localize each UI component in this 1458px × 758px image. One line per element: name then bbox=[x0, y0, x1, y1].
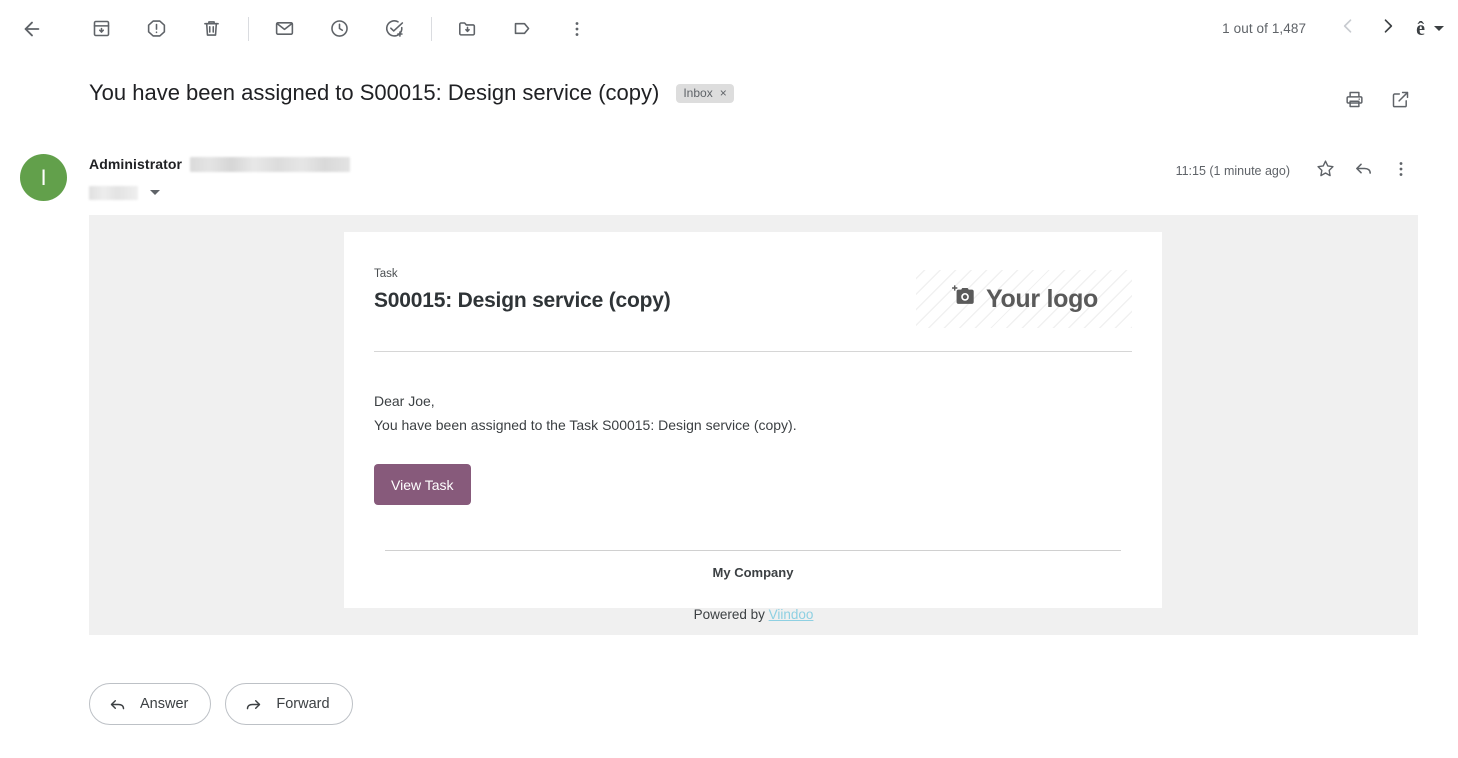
printer-icon bbox=[1344, 89, 1365, 115]
star-icon bbox=[1315, 158, 1336, 184]
email-card-title-group: Task S00015: Design service (copy) bbox=[374, 268, 671, 313]
footer-divider bbox=[385, 550, 1121, 551]
input-tools-selector[interactable]: ê bbox=[1416, 19, 1444, 39]
avatar: I bbox=[20, 154, 67, 201]
label-chip-text: Inbox bbox=[683, 87, 712, 99]
reply-button[interactable] bbox=[1344, 152, 1382, 190]
viindoo-link[interactable]: Viindoo bbox=[769, 607, 814, 622]
answer-button[interactable]: Answer bbox=[89, 683, 211, 725]
message-toolbar: 1 out of 1,487 ê bbox=[0, 0, 1458, 57]
email-template-card: Task S00015: Design service (copy) bbox=[344, 232, 1162, 608]
delete-button[interactable] bbox=[191, 9, 231, 49]
message-meta-actions: 11:15 (1 minute ago) bbox=[1176, 152, 1420, 190]
email-card-header: Task S00015: Design service (copy) bbox=[374, 268, 1132, 328]
page-title: You have been assigned to S00015: Design… bbox=[89, 80, 659, 106]
back-to-inbox-button[interactable] bbox=[12, 9, 52, 49]
open-in-new-window-button[interactable] bbox=[1380, 82, 1420, 122]
logo-placeholder-text: Your logo bbox=[986, 285, 1098, 314]
newer-message-button[interactable] bbox=[1368, 9, 1408, 49]
clock-icon bbox=[329, 18, 350, 39]
message-counter: 1 out of 1,487 bbox=[1222, 21, 1306, 36]
sender-line: Administrator bbox=[89, 153, 350, 175]
snooze-button[interactable] bbox=[319, 9, 359, 49]
input-tools-icon: ê bbox=[1416, 19, 1425, 39]
label-chip-inbox[interactable]: Inbox × bbox=[676, 84, 733, 103]
older-message-button[interactable] bbox=[1328, 9, 1368, 49]
report-spam-button[interactable] bbox=[136, 9, 176, 49]
powered-by: Powered by Viindoo bbox=[89, 607, 1418, 622]
trash-icon bbox=[201, 18, 222, 39]
forward-button[interactable]: Forward bbox=[225, 683, 352, 725]
reply-actions-row: Answer Forward bbox=[89, 683, 353, 725]
move-to-button[interactable] bbox=[447, 9, 487, 49]
labels-button[interactable] bbox=[502, 9, 542, 49]
record-type-label: Task bbox=[374, 268, 671, 282]
view-task-button[interactable]: View Task bbox=[374, 464, 471, 505]
sender-email-redacted bbox=[190, 157, 350, 172]
email-greeting: Dear Joe, You have been assigned to the … bbox=[374, 389, 1132, 437]
arrow-left-icon bbox=[21, 18, 43, 40]
star-button[interactable] bbox=[1306, 152, 1344, 190]
subject-actions bbox=[1334, 82, 1420, 122]
message-more-button[interactable] bbox=[1382, 152, 1420, 190]
more-options-button[interactable] bbox=[557, 9, 597, 49]
sender-block: Administrator bbox=[89, 153, 350, 200]
archive-icon bbox=[91, 18, 112, 39]
mark-unread-button[interactable] bbox=[264, 9, 304, 49]
add-to-tasks-button[interactable] bbox=[374, 9, 414, 49]
recipient-redacted bbox=[89, 186, 138, 200]
powered-by-prefix: Powered by bbox=[694, 607, 769, 622]
reply-arrow-icon bbox=[108, 695, 127, 714]
subject-row: You have been assigned to S00015: Design… bbox=[89, 80, 1418, 106]
company-logo-placeholder: Your logo bbox=[916, 270, 1132, 328]
email-body-canvas: Task S00015: Design service (copy) bbox=[89, 215, 1418, 635]
record-title: S00015: Design service (copy) bbox=[374, 289, 671, 313]
greeting-line-2: You have been assigned to the Task S0001… bbox=[374, 413, 1132, 437]
company-name: My Company bbox=[374, 565, 1132, 580]
chevron-right-icon bbox=[1378, 16, 1398, 41]
forward-button-label: Forward bbox=[276, 696, 329, 712]
chevron-down-icon bbox=[1434, 26, 1444, 31]
logo-placeholder-inner: Your logo bbox=[950, 284, 1098, 314]
sender-name: Administrator bbox=[89, 156, 182, 172]
greeting-line-1: Dear Joe, bbox=[374, 389, 1132, 413]
check-circle-plus-icon bbox=[384, 18, 405, 39]
envelope-icon bbox=[274, 18, 295, 39]
dots-vertical-icon bbox=[1391, 159, 1411, 184]
chevron-left-icon bbox=[1338, 16, 1358, 41]
forward-arrow-icon bbox=[244, 695, 263, 714]
header-divider bbox=[374, 351, 1132, 352]
message-timestamp: 11:15 (1 minute ago) bbox=[1176, 164, 1290, 178]
external-link-icon bbox=[1390, 89, 1411, 115]
dots-vertical-icon bbox=[567, 19, 587, 39]
show-details-chevron-down-icon[interactable] bbox=[150, 190, 160, 195]
recipient-line[interactable] bbox=[89, 185, 350, 200]
toolbar-divider-1 bbox=[248, 17, 249, 41]
exclamation-octagon-icon bbox=[146, 18, 167, 39]
answer-button-label: Answer bbox=[140, 696, 188, 712]
archive-button[interactable] bbox=[81, 9, 121, 49]
reply-arrow-icon bbox=[1353, 158, 1374, 184]
email-card-inner: Task S00015: Design service (copy) bbox=[344, 232, 1162, 580]
toolbar-right-group: 1 out of 1,487 ê bbox=[1222, 0, 1458, 57]
gmail-message-view: 1 out of 1,487 ê You have been assigned … bbox=[0, 0, 1458, 758]
folder-move-icon bbox=[457, 18, 478, 39]
toolbar-divider-2 bbox=[431, 17, 432, 41]
print-button[interactable] bbox=[1334, 82, 1374, 122]
label-chip-remove-icon[interactable]: × bbox=[720, 87, 727, 99]
camera-plus-icon bbox=[950, 284, 977, 314]
label-tag-icon bbox=[512, 18, 533, 39]
